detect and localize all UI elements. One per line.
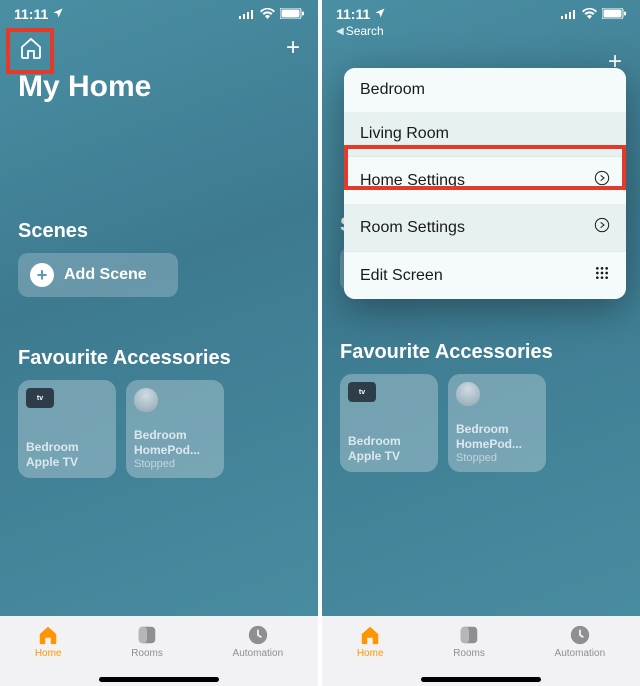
chevron-circle-icon bbox=[594, 217, 610, 238]
highlight-home-icon bbox=[6, 28, 54, 74]
battery-icon bbox=[280, 6, 304, 22]
add-scene-button[interactable]: + Add Scene bbox=[18, 253, 178, 297]
accessory-tiles: tv Bedroom Apple TV Bedroom HomePod... S… bbox=[322, 374, 640, 472]
tile-sub: Stopped bbox=[134, 458, 216, 470]
plus-circle-icon: + bbox=[30, 263, 54, 287]
back-search[interactable]: ◀ Search bbox=[322, 24, 640, 42]
menu-label: Bedroom bbox=[360, 81, 425, 99]
tab-rooms-label: Rooms bbox=[131, 648, 163, 659]
tab-bar: Home Rooms Automation bbox=[322, 616, 640, 686]
tile-line1: Bedroom bbox=[456, 422, 538, 437]
tab-home[interactable]: Home bbox=[35, 624, 62, 659]
tile-line2: Apple TV bbox=[26, 455, 108, 470]
wifi-icon bbox=[260, 6, 275, 22]
signal-icon bbox=[239, 6, 255, 22]
tile-line1: Bedroom bbox=[134, 428, 216, 443]
favourites-title: Favourite Accessories bbox=[322, 341, 640, 374]
highlight-home-settings bbox=[344, 145, 626, 190]
tab-automation[interactable]: Automation bbox=[555, 624, 606, 659]
menu-item-bedroom[interactable]: Bedroom bbox=[344, 68, 626, 112]
accessory-tile-homepod[interactable]: Bedroom HomePod... Stopped bbox=[126, 380, 224, 478]
menu-label: Edit Screen bbox=[360, 267, 443, 285]
accessory-tile-homepod[interactable]: Bedroom HomePod... Stopped bbox=[448, 374, 546, 472]
homepod-icon bbox=[456, 382, 480, 406]
tab-bar: Home Rooms Automation bbox=[0, 616, 318, 686]
back-search-label: Search bbox=[346, 24, 384, 38]
screen-left: 11:11 + My Home Scenes + Add Scene Favou… bbox=[0, 0, 318, 686]
tile-line2: Apple TV bbox=[348, 449, 430, 464]
wifi-icon bbox=[582, 6, 597, 22]
signal-icon bbox=[561, 6, 577, 22]
menu-item-edit-screen[interactable]: Edit Screen bbox=[344, 251, 626, 299]
tile-line2: HomePod... bbox=[456, 437, 538, 452]
location-icon bbox=[374, 6, 386, 22]
tile-line2: HomePod... bbox=[134, 443, 216, 458]
status-time: 11:11 bbox=[14, 6, 48, 22]
homepod-icon bbox=[134, 388, 158, 412]
tile-line1: Bedroom bbox=[348, 434, 430, 449]
tab-rooms-label: Rooms bbox=[453, 648, 485, 659]
favourites-title: Favourite Accessories bbox=[0, 347, 318, 380]
grid-icon bbox=[594, 265, 610, 286]
tile-line1: Bedroom bbox=[26, 440, 108, 455]
menu-item-room-settings[interactable]: Room Settings bbox=[344, 204, 626, 251]
menu-label: Room Settings bbox=[360, 219, 465, 237]
tab-rooms[interactable]: Rooms bbox=[131, 624, 163, 659]
location-icon bbox=[52, 6, 64, 22]
screen-right: 11:11 ◀ Search + Bedroom Living Room Hom… bbox=[322, 0, 640, 686]
tab-rooms[interactable]: Rooms bbox=[453, 624, 485, 659]
add-scene-label: Add Scene bbox=[64, 266, 147, 284]
status-time: 11:11 bbox=[336, 6, 370, 22]
tab-home[interactable]: Home bbox=[357, 624, 384, 659]
tab-automation-label: Automation bbox=[233, 648, 284, 659]
tab-automation-label: Automation bbox=[555, 648, 606, 659]
home-indicator bbox=[421, 677, 541, 682]
add-button[interactable]: + bbox=[286, 34, 300, 62]
battery-icon bbox=[602, 6, 626, 22]
accessory-tile-appletv[interactable]: tv Bedroom Apple TV bbox=[18, 380, 116, 478]
tile-sub: Stopped bbox=[456, 452, 538, 464]
status-bar: 11:11 bbox=[322, 0, 640, 24]
accessory-tile-appletv[interactable]: tv Bedroom Apple TV bbox=[340, 374, 438, 472]
appletv-icon: tv bbox=[348, 382, 376, 402]
chevron-left-icon: ◀ bbox=[336, 26, 344, 37]
accessory-tiles: tv Bedroom Apple TV Bedroom HomePod... S… bbox=[0, 380, 318, 478]
appletv-icon: tv bbox=[26, 388, 54, 408]
scenes-title: Scenes bbox=[0, 220, 318, 253]
menu-label: Living Room bbox=[360, 125, 449, 143]
tab-home-label: Home bbox=[35, 648, 62, 659]
tab-home-label: Home bbox=[357, 648, 384, 659]
home-indicator bbox=[99, 677, 219, 682]
page-title: My Home bbox=[0, 66, 318, 124]
status-bar: 11:11 bbox=[0, 0, 318, 24]
tab-automation[interactable]: Automation bbox=[233, 624, 284, 659]
